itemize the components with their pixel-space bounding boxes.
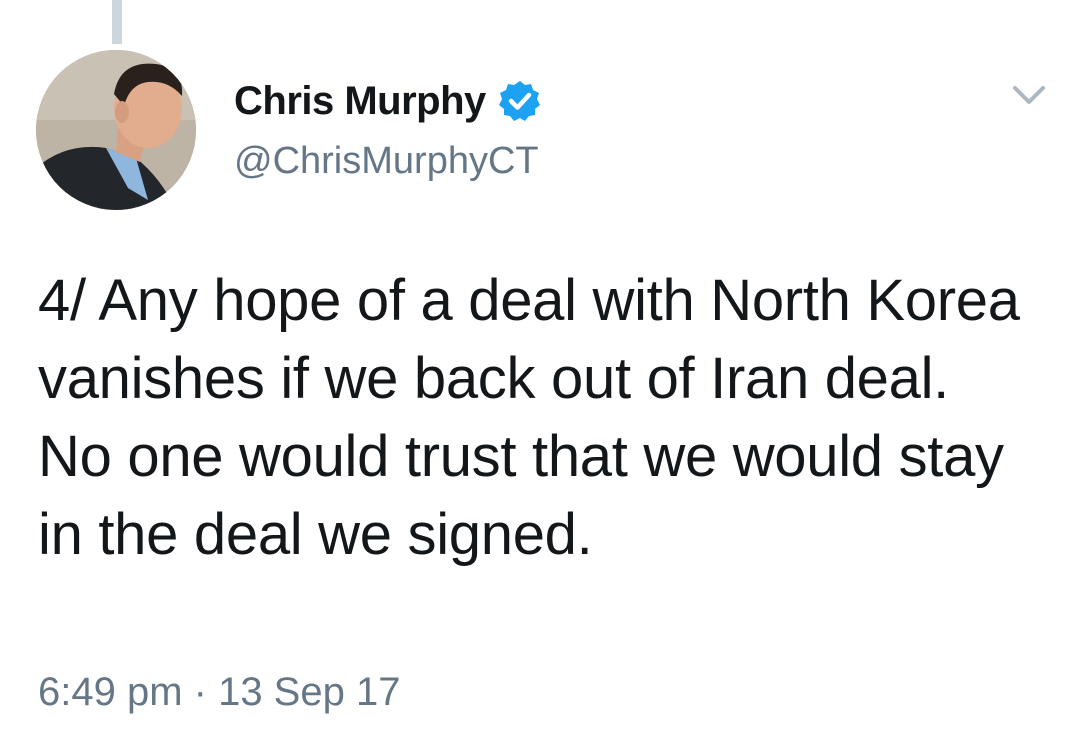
verified-badge-icon <box>498 79 542 123</box>
profile-photo-icon <box>36 50 196 210</box>
chevron-down-icon[interactable] <box>1010 80 1048 110</box>
thread-connector-line <box>112 0 122 44</box>
author-display-name[interactable]: Chris Murphy <box>234 79 486 124</box>
author-name-row[interactable]: Chris Murphy <box>234 76 542 126</box>
tweet-timestamp[interactable]: 6:49 pm · 13 Sep 17 <box>38 670 400 715</box>
avatar[interactable] <box>36 50 196 210</box>
tweet-text: 4/ Any hope of a deal with North Korea v… <box>38 268 1036 567</box>
author-handle[interactable]: @ChrisMurphyCT <box>234 140 539 183</box>
